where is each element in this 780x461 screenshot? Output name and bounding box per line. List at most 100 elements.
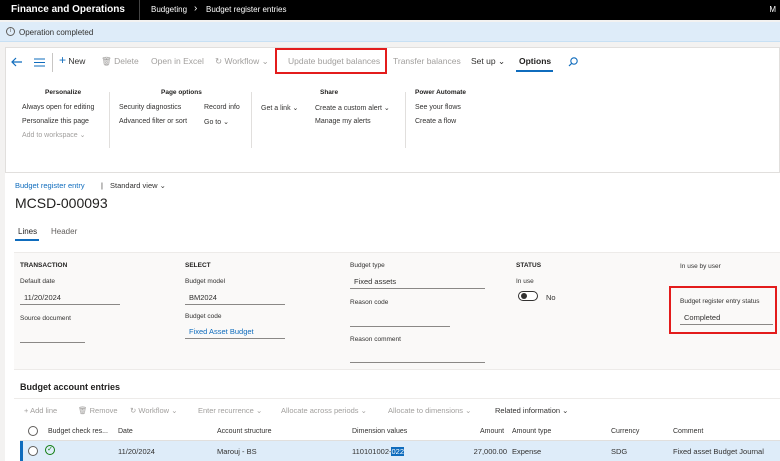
chevron-down-icon: ⌄: [360, 406, 367, 415]
tab-lines[interactable]: Lines: [18, 227, 37, 236]
hamburger-menu-icon[interactable]: [34, 58, 45, 67]
reason-code-field[interactable]: [350, 314, 450, 327]
default-date-field[interactable]: 11/20/2024: [20, 292, 120, 305]
reason-code-label: Reason code: [350, 299, 389, 306]
toggle-knob: [521, 293, 527, 299]
add-to-workspace-label: Add to workspace: [22, 132, 78, 139]
entry-status-field[interactable]: Completed: [680, 312, 773, 325]
column-header-currency[interactable]: Currency: [611, 428, 639, 435]
column-header-budget-check[interactable]: Budget check res...: [48, 428, 108, 435]
select-all-checkbox[interactable]: [28, 426, 38, 436]
row-date[interactable]: 11/20/2024: [118, 447, 155, 456]
top-navigation-bar: Finance and Operations Budgeting › Budge…: [0, 0, 780, 20]
personalize-group-header: Personalize: [45, 89, 82, 96]
workflow-button[interactable]: ↻ Workflow ⌄: [215, 56, 269, 67]
column-header-amount-type[interactable]: Amount type: [512, 428, 551, 435]
budget-type-field[interactable]: Fixed assets: [350, 276, 485, 289]
in-use-toggle[interactable]: [518, 291, 538, 301]
column-header-amount[interactable]: Amount: [480, 428, 504, 435]
always-open-for-editing[interactable]: Always open for editing: [22, 104, 94, 111]
allocate-periods-label: Allocate across periods: [281, 406, 359, 415]
chevron-down-icon: ⌄: [465, 406, 472, 415]
trash-icon: 🗑: [78, 406, 88, 415]
row-select-checkbox[interactable]: [28, 446, 38, 456]
tab-header[interactable]: Header: [51, 227, 77, 236]
budget-model-label: Budget model: [185, 278, 226, 285]
check-passed-icon: ✓: [45, 445, 55, 455]
allocate-to-dimensions-button[interactable]: Allocate to dimensions ⌄: [388, 406, 471, 415]
in-use-by-user-label: In use by user: [680, 263, 721, 270]
active-tab-underline: [15, 239, 39, 241]
view-selector[interactable]: Standard view ⌄: [110, 181, 166, 190]
chevron-down-icon: ⌄: [562, 406, 569, 415]
default-date-label: Default date: [20, 278, 56, 285]
entry-status-label: Budget register entry status: [680, 298, 760, 305]
page-options-group-header: Page options: [161, 89, 202, 96]
row-account-structure[interactable]: Marouj - BS: [217, 447, 257, 456]
go-to-label: Go to: [204, 119, 222, 126]
chevron-down-icon: ⌄: [497, 56, 506, 66]
options-tab[interactable]: Options: [519, 56, 551, 66]
row-comment[interactable]: Fixed asset Budget Journal: [673, 447, 764, 456]
transfer-balances-button[interactable]: Transfer balances: [393, 56, 461, 66]
security-diagnostics[interactable]: Security diagnostics: [119, 104, 181, 111]
set-up-button[interactable]: Set up ⌄: [471, 56, 505, 67]
breadcrumb-budget-register-entries[interactable]: Budget register entries: [206, 5, 287, 14]
get-a-link-label: Get a link: [261, 105, 291, 112]
in-use-label: In use: [516, 278, 534, 285]
advanced-filter-or-sort[interactable]: Advanced filter or sort: [119, 118, 187, 125]
record-title: MCSD-000093: [15, 195, 108, 211]
chevron-down-icon: ⌄: [159, 181, 166, 190]
record-info[interactable]: Record info: [204, 104, 240, 111]
add-to-workspace[interactable]: Add to workspace ⌄: [22, 131, 85, 139]
grid-workflow-button[interactable]: ↻ Workflow ⌄: [130, 406, 177, 415]
enter-recurrence-button[interactable]: Enter recurrence ⌄: [198, 406, 262, 415]
select-section-title: SELECT: [185, 262, 211, 269]
column-header-date[interactable]: Date: [118, 428, 133, 435]
budget-model-field[interactable]: BM2024: [185, 292, 285, 305]
personalize-this-page[interactable]: Personalize this page: [22, 118, 89, 125]
manage-my-alerts[interactable]: Manage my alerts: [315, 118, 371, 125]
row-amount-type[interactable]: Expense: [512, 447, 541, 456]
create-a-flow[interactable]: Create a flow: [415, 118, 456, 125]
grid-workflow-label: Workflow: [138, 406, 170, 415]
chevron-down-icon: ⌄: [255, 406, 263, 415]
column-header-dimension-values[interactable]: Dimension values: [352, 428, 407, 435]
delete-button[interactable]: 🗑 Delete: [101, 56, 139, 67]
update-budget-balances-button[interactable]: Update budget balances: [288, 56, 380, 66]
row-currency[interactable]: SDG: [611, 447, 627, 456]
form-breadcrumb-link[interactable]: Budget register entry: [15, 181, 85, 190]
new-button[interactable]: + New: [59, 53, 85, 67]
app-title[interactable]: Finance and Operations: [11, 4, 125, 15]
remove-label: Remove: [89, 406, 118, 415]
related-information-label: Related information: [495, 406, 561, 415]
create-a-custom-alert[interactable]: Create a custom alert ⌄: [315, 104, 390, 112]
section-divider: [14, 398, 780, 399]
add-line-button[interactable]: + Add line: [24, 406, 57, 415]
topbar-user-initial[interactable]: M: [769, 5, 776, 14]
allocate-across-periods-button[interactable]: Allocate across periods ⌄: [281, 406, 367, 415]
remove-button[interactable]: 🗑 Remove: [78, 406, 118, 415]
reason-comment-field[interactable]: [350, 350, 485, 363]
power-automate-group-header: Power Automate: [415, 89, 467, 96]
row-amount[interactable]: 27,000.00: [470, 447, 507, 456]
plus-icon: +: [59, 53, 67, 67]
back-arrow-icon[interactable]: [11, 57, 23, 67]
highlight-entry-status: [669, 286, 777, 334]
trash-icon: 🗑: [101, 56, 112, 66]
get-a-link[interactable]: Get a link ⌄: [261, 104, 298, 112]
related-information-button[interactable]: Related information ⌄: [495, 406, 568, 415]
open-in-excel-button[interactable]: Open in Excel: [151, 56, 204, 66]
breadcrumb-budgeting[interactable]: Budgeting: [151, 5, 187, 14]
search-icon[interactable]: [568, 57, 578, 67]
column-header-account-structure[interactable]: Account structure: [217, 428, 271, 435]
see-your-flows[interactable]: See your flows: [415, 104, 461, 111]
row-dimension-values[interactable]: 110101002-022: [352, 447, 404, 456]
chevron-down-icon: ⌄: [261, 56, 269, 66]
source-document-field[interactable]: [20, 330, 85, 343]
go-to[interactable]: Go to ⌄: [204, 118, 229, 126]
budget-code-field[interactable]: Fixed Asset Budget: [185, 326, 285, 339]
ribbon-divider: [251, 92, 252, 148]
column-header-comment[interactable]: Comment: [673, 428, 703, 435]
budget-type-label: Budget type: [350, 262, 385, 269]
